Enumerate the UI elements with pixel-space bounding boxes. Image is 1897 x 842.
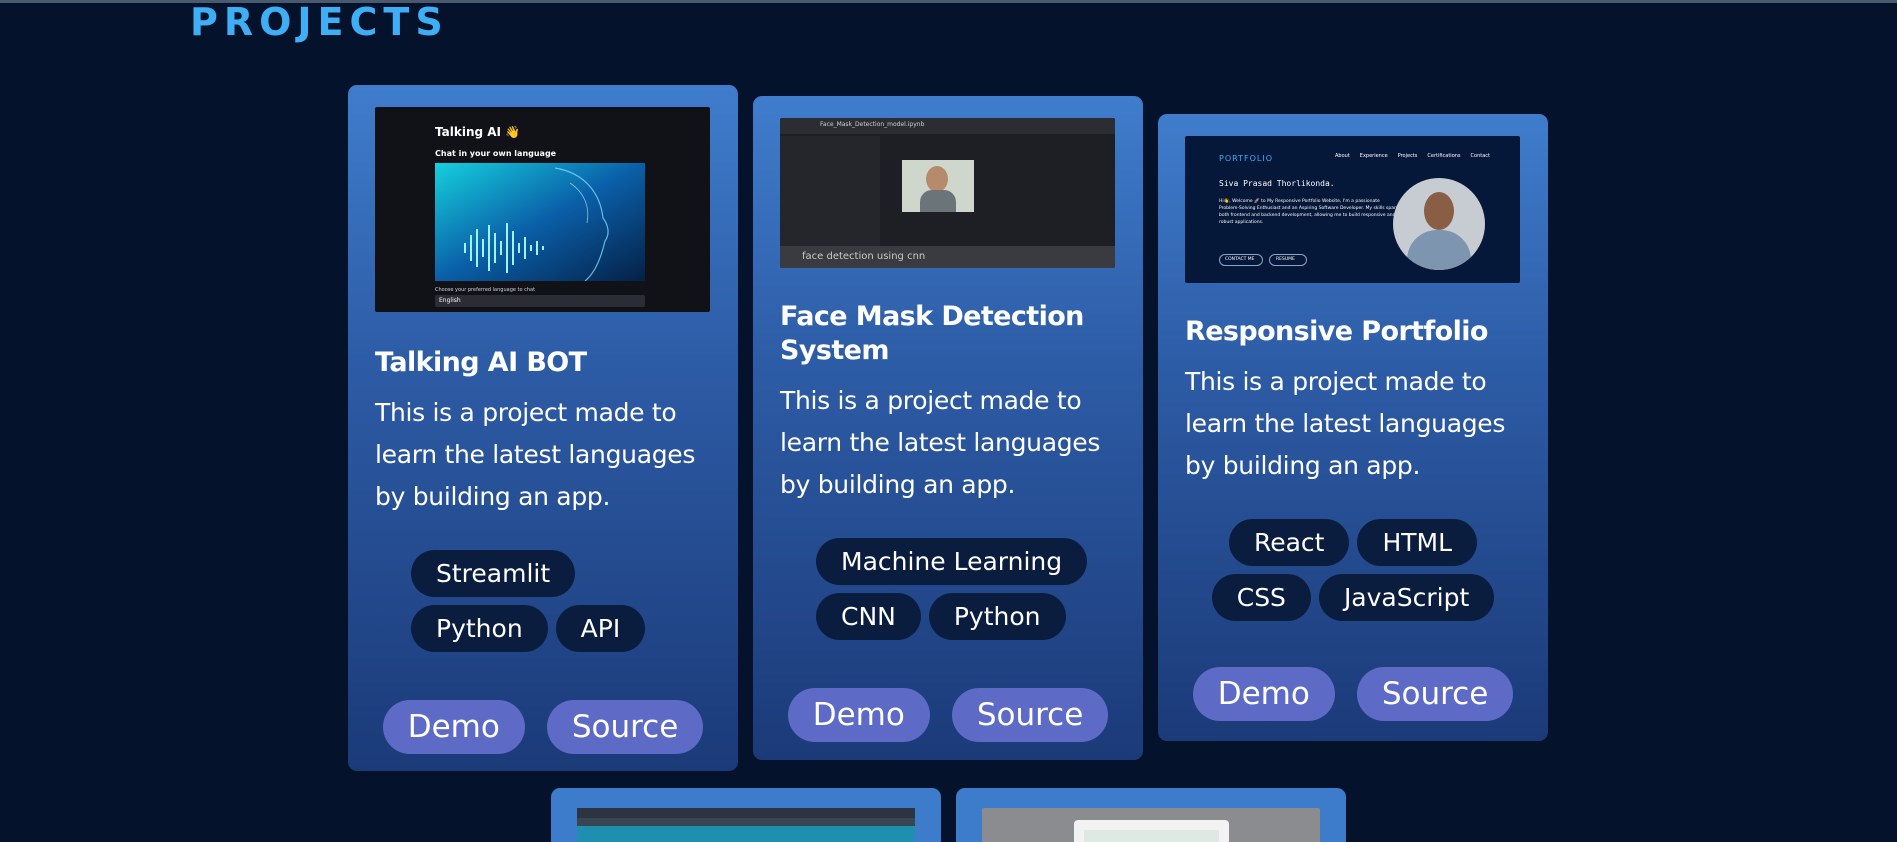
project-preview-image: PORTFOLIO About Experience Projects Cert…: [1185, 136, 1520, 283]
tag-html: HTML: [1357, 519, 1478, 566]
ai-face-wave-image: [435, 163, 645, 281]
preview-filename: Face_Mask_Detection_model.ipynb: [820, 121, 925, 128]
project-title: Talking AI BOT: [375, 347, 587, 378]
preview-brand: PORTFOLIO: [1219, 154, 1273, 163]
project-preview-image: Face_Mask_Detection_model.ipynb face det…: [780, 118, 1115, 268]
project-card-face-mask: Face_Mask_Detection_model.ipynb face det…: [753, 96, 1143, 760]
tag-list: Machine Learning CNN Python: [780, 538, 1116, 640]
preview-name: Siva Prasad Thorlikonda.: [1219, 179, 1335, 188]
preview-subheading: Chat in your own language: [435, 149, 557, 158]
preview-file-panel: [780, 136, 880, 246]
project-title: Face Mask Detection System: [780, 301, 1084, 366]
project-card-partial-2: [956, 788, 1346, 842]
preview-caption: face detection using cnn: [802, 251, 926, 262]
project-card-partial-1: [551, 788, 941, 842]
preview-choose-label: Choose your preferred language to chat: [435, 287, 536, 293]
source-button[interactable]: Source: [1356, 667, 1514, 721]
preview-face-photo: [902, 160, 974, 212]
demo-button[interactable]: Demo: [1192, 667, 1335, 721]
source-button[interactable]: Source: [546, 700, 704, 754]
preview-intro: Hi👋, Welcome 🚀 to My Responsive Portfoli…: [1219, 199, 1397, 225]
preview-contact-button: CONTACT ME: [1219, 254, 1263, 266]
project-title: Responsive Portfolio: [1185, 316, 1488, 347]
preview-select-value: English: [439, 297, 461, 304]
project-description: This is a project made to learn the late…: [780, 386, 1101, 499]
project-actions: Demo Source: [780, 688, 1116, 742]
tag-list: Streamlit Python API: [375, 550, 675, 652]
tag-css: CSS: [1211, 574, 1311, 621]
section-title: PROJECTS: [190, 0, 449, 44]
tag-streamlit: Streamlit: [411, 550, 576, 597]
tag-javascript: JavaScript: [1318, 574, 1495, 621]
project-preview-image: [982, 808, 1320, 842]
project-card-portfolio: PORTFOLIO About Experience Projects Cert…: [1158, 114, 1548, 741]
preview-nav: About Experience Projects Certifications…: [1335, 153, 1490, 159]
tag-python: Python: [928, 593, 1066, 640]
preview-resume-button: RESUME: [1269, 254, 1307, 266]
project-actions: Demo Source: [1185, 667, 1521, 721]
project-description: This is a project made to learn the late…: [1185, 367, 1506, 480]
project-card-talking-ai: Talking AI 👋 Chat in your own language C…: [348, 85, 738, 771]
demo-button[interactable]: Demo: [787, 688, 930, 742]
preview-nav-certifications: Certifications: [1427, 153, 1461, 159]
tag-api: API: [555, 605, 646, 652]
preview-nav-contact: Contact: [1470, 153, 1490, 159]
tag-cnn: CNN: [816, 593, 921, 640]
project-preview-image: [577, 808, 915, 842]
preview-nav-experience: Experience: [1359, 153, 1388, 159]
tag-machine-learning: Machine Learning: [816, 538, 1088, 585]
tag-list: React HTML CSS JavaScript: [1185, 519, 1521, 621]
demo-button[interactable]: Demo: [382, 700, 525, 754]
project-description: This is a project made to learn the late…: [375, 398, 696, 511]
preview-language-select: English: [435, 295, 645, 307]
preview-nav-about: About: [1335, 153, 1350, 159]
preview-avatar: [1393, 178, 1485, 270]
preview-nav-projects: Projects: [1397, 153, 1418, 159]
project-actions: Demo Source: [375, 700, 711, 754]
preview-heading: Talking AI 👋: [435, 125, 521, 139]
tag-python: Python: [411, 605, 548, 652]
tag-react: React: [1228, 519, 1350, 566]
project-preview-image: Talking AI 👋 Chat in your own language C…: [375, 107, 710, 312]
source-button[interactable]: Source: [951, 688, 1109, 742]
